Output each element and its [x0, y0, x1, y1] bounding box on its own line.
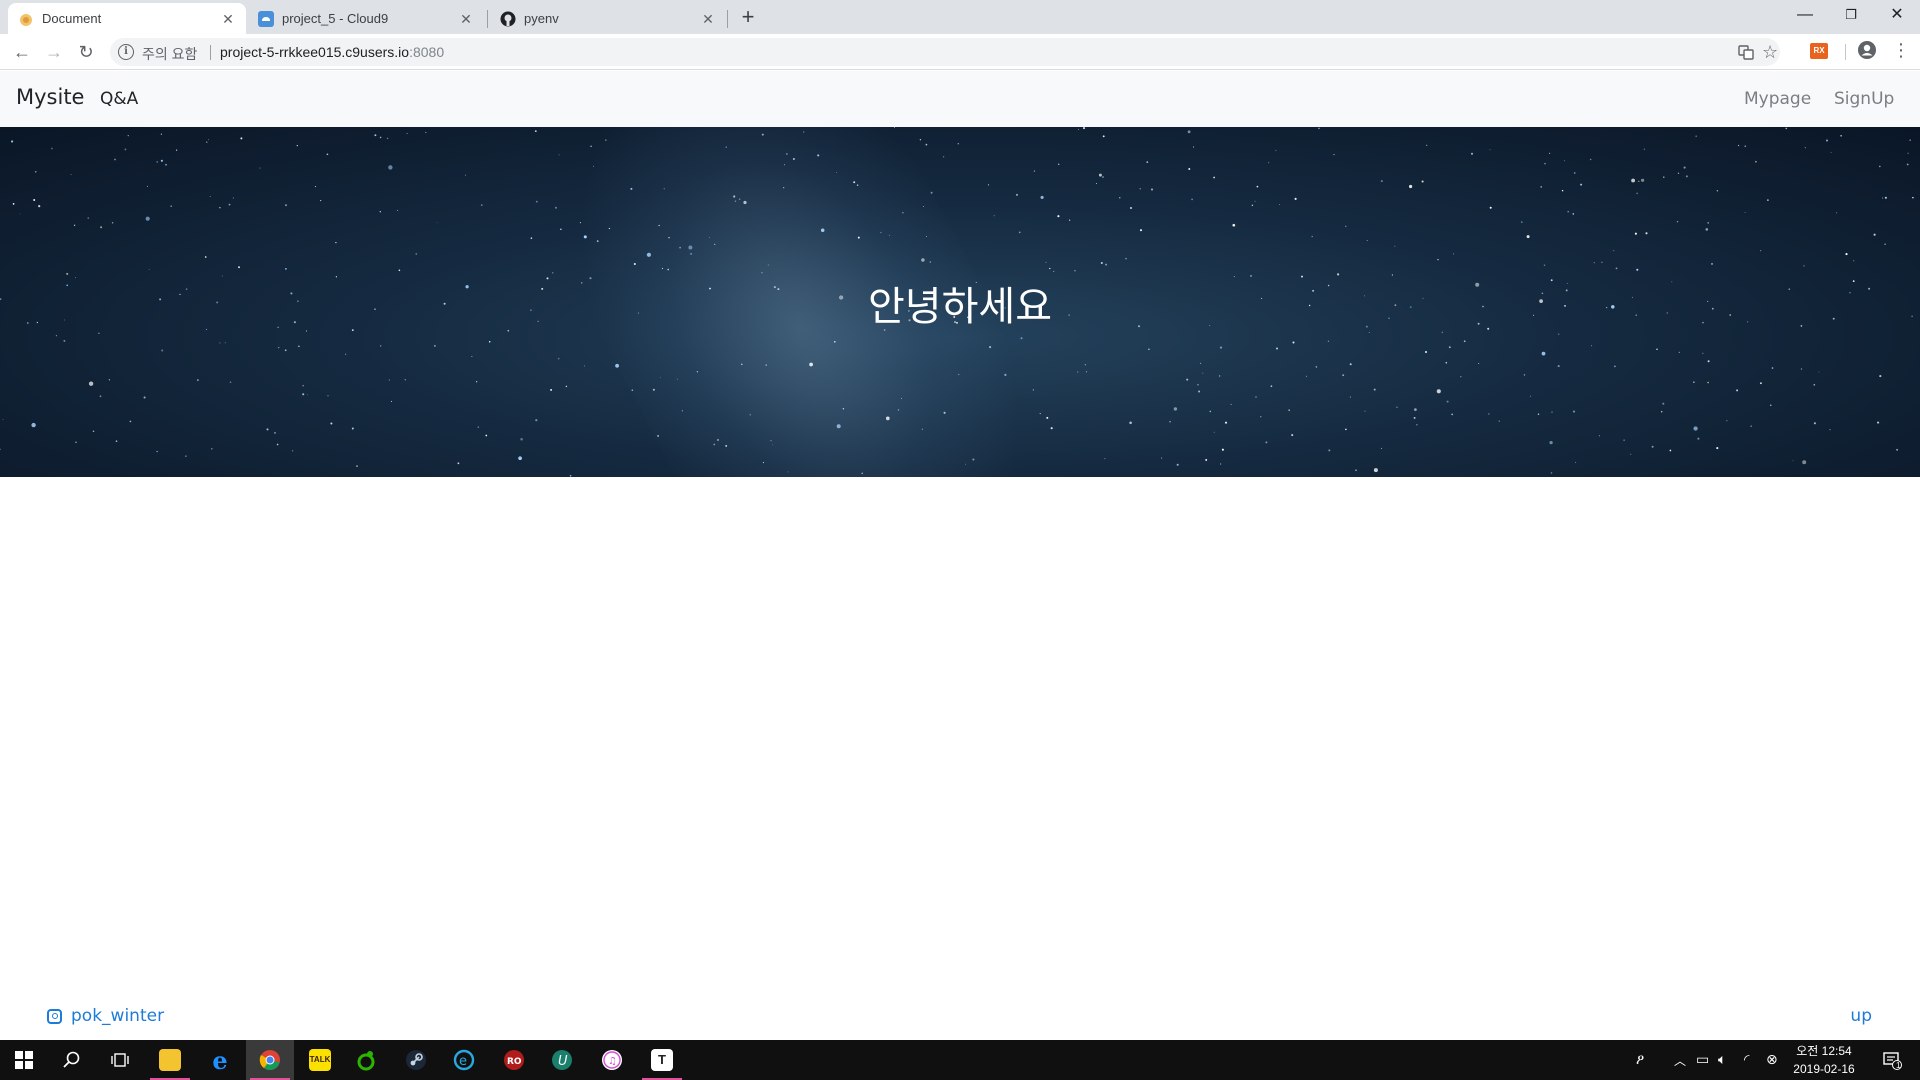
- extension-icon[interactable]: RX: [1810, 43, 1828, 59]
- close-tab-icon[interactable]: ✕: [220, 11, 236, 27]
- document-favicon-icon: [18, 11, 34, 27]
- file-explorer-icon[interactable]: [146, 1040, 194, 1080]
- site-navbar: Mysite Q&A Mypage SignUp: [0, 71, 1920, 127]
- translate-icon[interactable]: [1738, 44, 1754, 64]
- forward-icon[interactable]: →: [40, 38, 68, 66]
- clock-time: 오전 12:54: [1796, 1044, 1852, 1058]
- naver-line-icon[interactable]: [342, 1040, 390, 1080]
- tab-divider: [487, 10, 488, 28]
- typora-icon[interactable]: T: [638, 1040, 686, 1080]
- url-port: :8080: [409, 44, 445, 60]
- nav-link-mypage[interactable]: Mypage: [1744, 89, 1811, 109]
- back-icon[interactable]: ←: [8, 38, 36, 66]
- svg-text:♫: ♫: [608, 1056, 617, 1067]
- tab-pyenv[interactable]: pyenv ✕: [490, 3, 726, 34]
- browser-tab-strip: Document ✕ project_5 - Cloud9 ✕ pyenv ✕ …: [0, 0, 1920, 34]
- search-icon[interactable]: [48, 1040, 96, 1080]
- profile-avatar-icon[interactable]: [1857, 40, 1877, 65]
- tab-divider: [727, 10, 728, 28]
- close-tab-icon[interactable]: ✕: [700, 11, 716, 27]
- reload-icon[interactable]: ↻: [72, 38, 100, 66]
- cloud9-favicon-icon: [258, 10, 274, 27]
- task-view-icon[interactable]: [96, 1040, 144, 1080]
- security-warning-label[interactable]: 주의 요함: [142, 44, 197, 64]
- chrome-icon[interactable]: [246, 1040, 294, 1080]
- instagram-handle: pok_winter: [71, 1006, 165, 1026]
- site-brand[interactable]: Mysite: [16, 85, 84, 109]
- svg-text:U: U: [558, 1054, 568, 1069]
- close-icon[interactable]: ✕: [1874, 0, 1920, 30]
- ime-icon[interactable]: ⊗: [1766, 1051, 1778, 1068]
- svg-text:RO: RO: [507, 1057, 522, 1067]
- toolbar-divider: [1845, 44, 1846, 60]
- tab-title: Document: [42, 11, 102, 26]
- tab-title: pyenv: [524, 11, 559, 26]
- instagram-icon: [47, 1008, 62, 1024]
- nav-link-signup[interactable]: SignUp: [1834, 89, 1894, 109]
- restore-icon[interactable]: ❐: [1828, 0, 1874, 30]
- steam-icon[interactable]: [392, 1040, 440, 1080]
- info-icon[interactable]: i: [118, 44, 134, 60]
- start-icon[interactable]: [0, 1040, 48, 1080]
- instagram-link[interactable]: pok_winter: [47, 1006, 164, 1026]
- tab-title: project_5 - Cloud9: [282, 11, 389, 26]
- edge-icon[interactable]: e: [196, 1040, 244, 1080]
- people-icon[interactable]: ዖ: [1636, 1051, 1644, 1068]
- hero-banner: 안녕하세요: [0, 127, 1920, 477]
- chevron-up-icon[interactable]: ︿: [1674, 1052, 1686, 1069]
- address-bar[interactable]: i 주의 요함 project-5-rrkkee015.c9users.io:8…: [110, 38, 1780, 66]
- game-icon[interactable]: RO: [490, 1040, 538, 1080]
- scroll-up-link[interactable]: up: [1850, 1006, 1872, 1026]
- menu-kebab-icon[interactable]: ⋮: [1892, 40, 1910, 61]
- volume-icon[interactable]: 🔈︎: [1718, 1051, 1726, 1068]
- system-clock[interactable]: 오전 12:54 2019-02-16: [1790, 1042, 1858, 1078]
- close-tab-icon[interactable]: ✕: [458, 11, 474, 27]
- url-text[interactable]: project-5-rrkkee015.c9users.io:8080: [220, 44, 444, 60]
- clock-date: 2019-02-16: [1793, 1062, 1855, 1076]
- wifi-icon[interactable]: ◜: [1744, 1051, 1749, 1068]
- minimize-icon[interactable]: —: [1782, 0, 1828, 30]
- github-favicon-icon: [500, 11, 516, 27]
- url-host: project-5-rrkkee015.c9users.io: [220, 44, 410, 60]
- address-divider: [210, 45, 211, 60]
- kakaotalk-icon[interactable]: TALK: [296, 1040, 344, 1080]
- windows-taskbar: e TALK e RO U ♫ T ዖ ︿ ▭ 🔈︎ ◜ ⊗ 오전 12:54 …: [0, 1040, 1920, 1080]
- u-app-icon[interactable]: U: [538, 1040, 586, 1080]
- hero-title: 안녕하세요: [868, 284, 1052, 330]
- tab-document[interactable]: Document ✕: [8, 3, 246, 34]
- battery-icon[interactable]: ▭: [1696, 1051, 1709, 1068]
- plus-icon[interactable]: +: [735, 6, 761, 30]
- browser-toolbar: ← → ↻ i 주의 요함 project-5-rrkkee015.c9user…: [0, 34, 1920, 70]
- ie-icon[interactable]: e: [440, 1040, 488, 1080]
- itunes-icon[interactable]: ♫: [588, 1040, 636, 1080]
- svg-text:e: e: [459, 1054, 467, 1069]
- bookmark-star-icon[interactable]: ☆: [1762, 42, 1778, 63]
- notification-count: 1: [1896, 1061, 1901, 1070]
- nav-link-qna[interactable]: Q&A: [100, 89, 138, 109]
- notification-center-icon[interactable]: 1: [1868, 1040, 1916, 1080]
- tab-cloud9[interactable]: project_5 - Cloud9 ✕: [248, 3, 484, 34]
